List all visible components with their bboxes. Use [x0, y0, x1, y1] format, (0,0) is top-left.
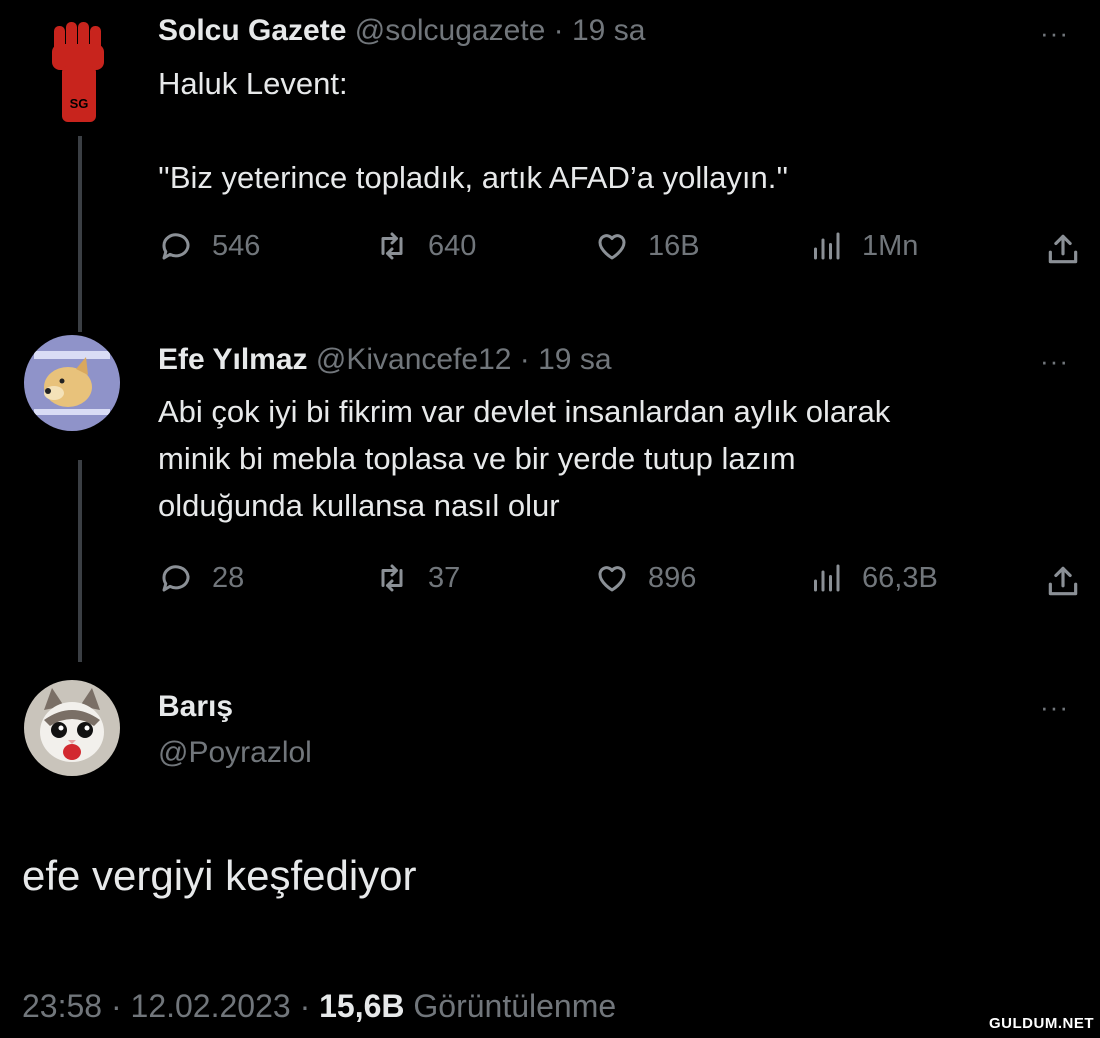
like-button[interactable]: 896 [594, 560, 696, 596]
like-count: 16B [648, 229, 700, 262]
retweet-count: 37 [428, 561, 461, 594]
retweet-icon [381, 232, 403, 260]
view-count: 15,6B [319, 988, 405, 1024]
separator: · [290, 988, 320, 1024]
tweet-meta: 23:58 · 12.02.2023 · 15,6B Görüntülenme [22, 988, 616, 1025]
share-icon [1048, 234, 1078, 264]
separator: · [102, 988, 131, 1024]
author-handle[interactable]: @solcugazete [355, 14, 546, 47]
fist-logo-icon: SG [52, 22, 104, 122]
view-label: Görüntülenme [404, 988, 617, 1024]
share-button[interactable] [1044, 562, 1082, 605]
views-button[interactable]: 1Mn [808, 228, 918, 264]
action-bar: 546 640 16B 1Mn [158, 228, 1088, 272]
tweet-1-header: Solcu Gazete @solcugazete · 19 sa [158, 14, 645, 48]
tweet-text: Haluk Levent: ''Biz yeterince topladık, … [158, 66, 789, 195]
views-button[interactable]: 66,3B [808, 560, 938, 596]
retweet-button[interactable]: 37 [374, 560, 460, 596]
watermark: GULDUM.NET [989, 1015, 1094, 1032]
tweet-date[interactable]: 12.02.2023 [131, 988, 291, 1024]
reply-count: 28 [212, 561, 245, 594]
views-count: 1Mn [862, 229, 919, 262]
views-icon [814, 564, 840, 592]
timestamp[interactable]: 19 sa [538, 343, 611, 376]
main-tweet-text: efe vergiyi keşfediyor [22, 852, 417, 899]
timestamp[interactable]: 19 sa [572, 14, 645, 47]
separator: · [511, 343, 539, 376]
like-icon [598, 234, 626, 260]
retweet-button[interactable]: 640 [374, 228, 476, 264]
more-icon[interactable]: ··· [1040, 346, 1069, 377]
retweet-count: 640 [428, 229, 477, 262]
avatar-logo-text: SG [70, 96, 89, 111]
reply-button[interactable]: 546 [158, 228, 260, 264]
reply-count: 546 [212, 229, 261, 262]
like-icon [598, 566, 626, 592]
tweet-time[interactable]: 23:58 [22, 988, 102, 1024]
cat-avatar-icon [24, 680, 120, 776]
tweet-3-handle: @Poyrazlol [158, 736, 312, 770]
reply-button[interactable]: 28 [158, 560, 244, 596]
author-name[interactable]: Efe Yılmaz [158, 343, 308, 376]
views-icon [814, 232, 840, 260]
retweet-icon [381, 564, 403, 592]
share-icon [1048, 566, 1078, 596]
avatar-baris[interactable] [24, 680, 120, 776]
separator: · [545, 14, 572, 47]
more-icon[interactable]: ··· [1040, 18, 1069, 49]
tweet-3-name: Barış [158, 690, 233, 724]
author-handle[interactable]: @Poyrazlol [158, 736, 312, 769]
like-button[interactable]: 16B [594, 228, 700, 264]
more-icon[interactable]: ··· [1040, 692, 1069, 723]
reply-icon [162, 233, 190, 260]
avatar-efe-yilmaz[interactable] [24, 335, 120, 431]
author-handle[interactable]: @Kivancefe12 [316, 343, 512, 376]
reply-icon [162, 565, 190, 592]
dog-avatar-icon [24, 335, 120, 431]
tweet-2-header: Efe Yılmaz @Kivancefe12 · 19 sa [158, 343, 612, 377]
thread-line-2 [78, 460, 82, 662]
author-name[interactable]: Solcu Gazete [158, 14, 346, 47]
thread-line-1 [78, 136, 82, 332]
like-count: 896 [648, 561, 697, 594]
action-bar: 28 37 896 66,3B [158, 560, 1088, 604]
views-count: 66,3B [862, 561, 938, 594]
avatar-solcu-gazete[interactable]: SG [44, 18, 114, 128]
author-name[interactable]: Barış [158, 690, 233, 723]
share-button[interactable] [1044, 230, 1082, 273]
tweet-text: Abi çok iyi bi fikrim var devlet insanla… [158, 394, 891, 523]
